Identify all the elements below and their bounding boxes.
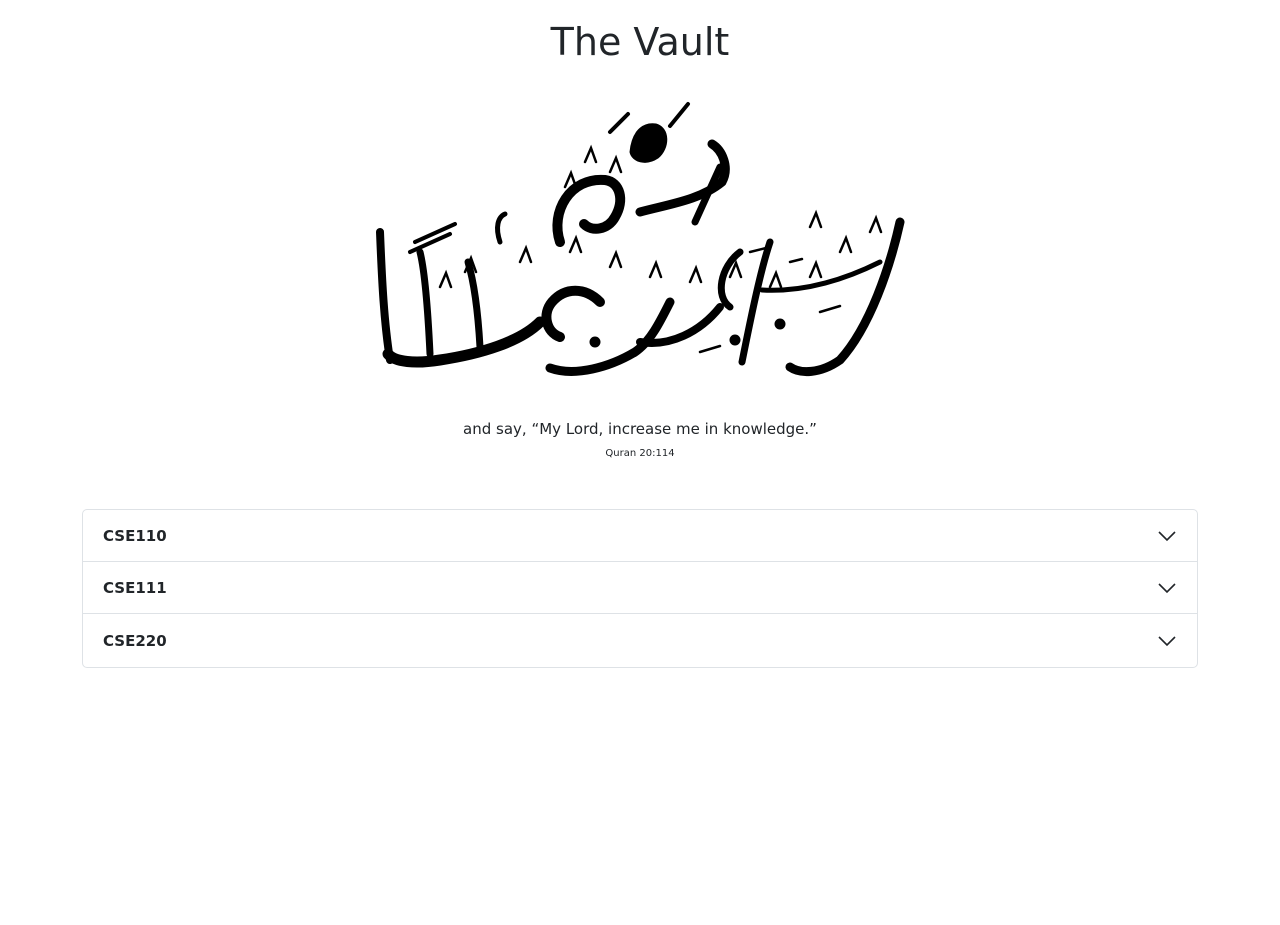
quote-citation: Quran 20:114 [605, 448, 675, 459]
chevron-down-icon[interactable] [1157, 578, 1177, 598]
accordion-item-cse111[interactable]: CSE111 [83, 562, 1197, 614]
calligraphy-image [376, 102, 905, 377]
accordion-item-label: CSE111 [103, 578, 167, 597]
quote-text: and say, “My Lord, increase me in knowle… [463, 420, 817, 438]
accordion-item-label: CSE220 [103, 631, 167, 650]
course-accordion: CSE110 CSE111 CSE220 [82, 509, 1198, 668]
chevron-down-icon[interactable] [1157, 526, 1177, 546]
accordion-item-cse220[interactable]: CSE220 [83, 614, 1197, 667]
page-title: The Vault [550, 20, 730, 64]
page: The Vault and say, “My Lord, increase me… [0, 0, 1280, 925]
chevron-down-icon[interactable] [1157, 631, 1177, 651]
accordion-item-cse110[interactable]: CSE110 [83, 510, 1197, 562]
accordion-item-label: CSE110 [103, 526, 167, 545]
